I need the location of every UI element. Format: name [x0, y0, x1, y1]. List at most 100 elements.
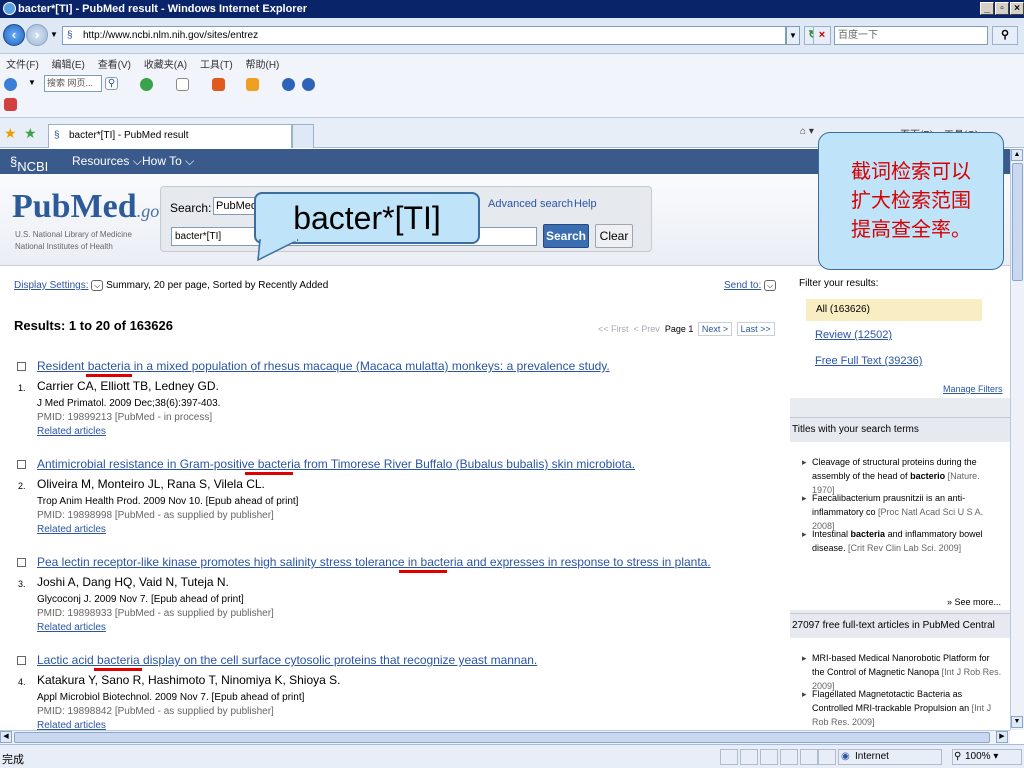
result-authors: Carrier CA, Elliott TB, Ledney GD.: [37, 379, 219, 393]
tab-page-icon: §: [54, 130, 60, 141]
horizontal-scrollbar[interactable]: ◀ ▶: [0, 730, 1010, 744]
scroll-left-icon[interactable]: ◀: [0, 731, 12, 743]
address-bar[interactable]: § http://www.ncbi.nlm.nih.gov/sites/entr…: [62, 26, 786, 45]
web-search-button[interactable]: ⚲: [992, 26, 1018, 45]
send-to-link[interactable]: Send to:: [724, 280, 761, 291]
manage-filters-link[interactable]: Manage Filters: [943, 384, 1003, 394]
toolbar-search-placeholder: 搜索 网页...: [47, 78, 94, 88]
related-articles-link[interactable]: Related articles: [37, 720, 106, 730]
new-tab-button[interactable]: [292, 124, 314, 148]
history-dropdown-icon[interactable]: ▼: [50, 30, 58, 39]
security-zone[interactable]: ◉ Internet: [838, 749, 942, 765]
favorites-star-icon[interactable]: ★: [4, 125, 17, 142]
list-item[interactable]: Intestinal bacteria and inflammatory bow…: [802, 527, 1004, 555]
display-settings-link[interactable]: Display Settings:: [14, 280, 88, 291]
window-title: bacter*[TI] - PubMed result - Windows In…: [18, 3, 307, 15]
window-icon[interactable]: [176, 78, 189, 91]
back-button[interactable]: ‹: [3, 24, 25, 46]
related-articles-link[interactable]: Related articles: [37, 426, 106, 437]
status-text: 完成: [2, 754, 24, 766]
result-title[interactable]: Lactic acid bacteria display on the cell…: [37, 653, 537, 667]
callout-pointer: [257, 238, 299, 262]
result-title[interactable]: Resident bacteria in a mixed population …: [37, 359, 610, 373]
next-page-button[interactable]: Next >: [697, 322, 733, 336]
ncbi-logo[interactable]: § NCBI: [10, 154, 48, 174]
result-title[interactable]: Antimicrobial resistance in Gram-positiv…: [37, 457, 635, 471]
pubmed-logo[interactable]: PubMed.gov: [12, 188, 167, 226]
toolbar-search-input[interactable]: 搜索 网页...: [44, 75, 102, 92]
related-articles-link[interactable]: Related articles: [37, 622, 106, 633]
add-icon[interactable]: [140, 78, 153, 91]
scroll-right-icon[interactable]: ▶: [996, 731, 1008, 743]
clear-button[interactable]: Clear: [595, 224, 633, 248]
result-checkbox[interactable]: [17, 558, 26, 567]
horizontal-scroll-thumb[interactable]: [14, 732, 990, 743]
stop-button[interactable]: ×: [813, 26, 831, 45]
home-icon[interactable]: ⌂ ▾: [800, 126, 814, 137]
result-pmid: PMID: 19898842 [PubMed - as supplied by …: [37, 706, 274, 717]
globe-icon: ◉: [841, 751, 850, 762]
filter-free-full-text[interactable]: Free Full Text (39236): [815, 355, 922, 367]
add-favorites-icon[interactable]: ★: [24, 125, 37, 142]
titles-box-heading: Titles with your search terms: [790, 417, 1010, 441]
restore-button[interactable]: ▫: [995, 2, 1009, 15]
translate-icon[interactable]: [4, 98, 17, 111]
filter-review[interactable]: Review (12502): [815, 329, 892, 341]
minimize-button[interactable]: _: [980, 2, 994, 15]
send-to[interactable]: Send to: ⌵: [724, 280, 777, 291]
zoom-icon: ⚲: [954, 751, 962, 762]
highlight-underline: [94, 668, 142, 671]
page-indicator: Page 1: [664, 324, 694, 334]
howto-menu[interactable]: How To ⌵: [142, 154, 194, 169]
search-icon[interactable]: ⚲: [105, 77, 118, 90]
note-line: 截词检索可以: [851, 159, 971, 183]
help-icon[interactable]: [302, 78, 315, 91]
filter-panel: Filter your results: All (163626) Review…: [790, 266, 1010, 398]
last-page-button[interactable]: Last >>: [736, 322, 775, 336]
advanced-search-link[interactable]: Advanced search: [488, 198, 573, 210]
address-dropdown-icon[interactable]: ▼: [786, 26, 800, 45]
result-number: 3.: [18, 579, 26, 589]
pmc-box-heading: 27097 free full-text articles in PubMed …: [790, 613, 1010, 637]
list-item[interactable]: Flagellated Magnetotactic Bacteria as Co…: [802, 687, 1004, 729]
address-url: http://www.ncbi.nlm.nih.gov/sites/entrez: [83, 30, 259, 41]
resources-menu[interactable]: Resources ⌵: [72, 154, 142, 169]
vertical-scrollbar[interactable]: ▲ ▼: [1010, 149, 1024, 730]
display-settings[interactable]: Display Settings: ⌵ Summary, 20 per page…: [14, 280, 328, 291]
result-checkbox[interactable]: [17, 460, 26, 469]
chevron-down-icon[interactable]: ⌵: [91, 280, 104, 291]
zoom-control[interactable]: ⚲ 100% ▾: [952, 749, 1022, 765]
dropdown-icon[interactable]: ▼: [28, 78, 36, 87]
search-label: Search:: [170, 201, 212, 215]
close-window-button[interactable]: ×: [1010, 2, 1024, 15]
vertical-scroll-thumb[interactable]: [1012, 163, 1023, 281]
note-line: 提高查全率。: [851, 217, 971, 241]
result-number: 2.: [18, 481, 26, 491]
see-more-link[interactable]: » See more...: [947, 597, 1001, 607]
result-journal: J Med Primatol. 2009 Dec;38(6):397-403.: [37, 398, 221, 409]
result-item: 3. Pea lectin receptor-like kinase promo…: [0, 552, 790, 650]
page-icon: §: [67, 30, 73, 41]
search-button[interactable]: Search: [543, 224, 589, 248]
result-checkbox[interactable]: [17, 362, 26, 371]
result-title[interactable]: Pea lectin receptor-like kinase promotes…: [37, 555, 711, 569]
forward-button[interactable]: ›: [26, 24, 48, 46]
result-checkbox[interactable]: [17, 656, 26, 665]
tab-pubmed[interactable]: § bacter*[TI] - PubMed result: [48, 124, 292, 148]
list-item-text: Flagellated Magnetotactic Bacteria as Co…: [812, 689, 970, 713]
related-articles-link[interactable]: Related articles: [37, 524, 106, 535]
help-link[interactable]: Help: [574, 198, 597, 210]
filter-all[interactable]: All (163626): [806, 299, 982, 321]
feed-icon[interactable]: [212, 78, 225, 91]
tools-icon[interactable]: [246, 78, 259, 91]
ncbi-brand: NCBI: [17, 159, 49, 174]
status-pane: [740, 749, 758, 765]
chevron-down-icon[interactable]: ⌵: [764, 280, 777, 291]
status-pane: [800, 749, 818, 765]
scroll-up-icon[interactable]: ▲: [1011, 149, 1023, 161]
scroll-down-icon[interactable]: ▼: [1011, 716, 1023, 728]
list-item-bold: bacteria: [850, 529, 886, 539]
settings-icon[interactable]: [282, 78, 295, 91]
web-search-input[interactable]: 百度一下: [834, 26, 988, 45]
database-select[interactable]: PubMed: [213, 197, 259, 215]
